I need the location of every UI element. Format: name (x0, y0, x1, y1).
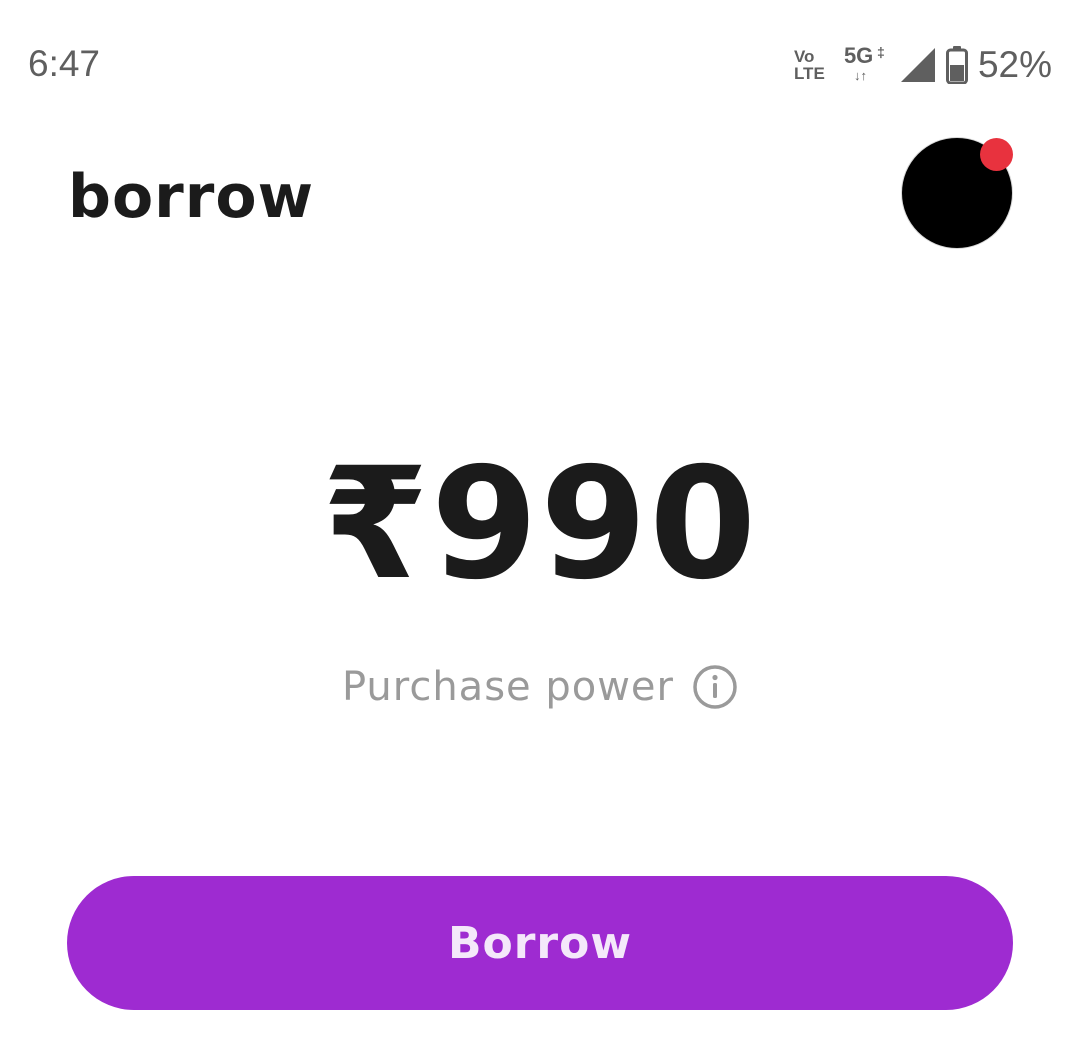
volte-bottom-label: LTE (793, 64, 825, 83)
status-icons: Vo LTE 5G ‡ ↓↑ 52% (794, 40, 1052, 90)
battery-icon (945, 46, 968, 84)
volte-icon: Vo LTE (794, 48, 834, 82)
network-label: 5G (843, 43, 874, 68)
info-icon[interactable] (692, 664, 738, 710)
purchase-power-row: Purchase power (0, 660, 1080, 714)
purchase-power-amount: ₹990 (321, 435, 759, 614)
signal-icon (900, 48, 935, 82)
network-plus: ‡ (876, 44, 885, 60)
purchase-power-label: Purchase power (342, 664, 674, 710)
borrow-button[interactable]: Borrow (67, 876, 1013, 1010)
volte-top-label: Vo (793, 47, 815, 66)
battery-percent: 52% (977, 44, 1052, 85)
status-bar: 6:47 Vo LTE 5G ‡ ↓↑ 52% (0, 0, 1080, 130)
5g-icon: 5G ‡ ↓↑ (844, 43, 890, 87)
status-time: 6:47 (28, 43, 101, 84)
network-arrows: ↓↑ (853, 68, 867, 83)
page-title: borrow (68, 162, 314, 232)
borrow-button-label: Borrow (447, 917, 633, 969)
notification-dot (980, 138, 1013, 171)
